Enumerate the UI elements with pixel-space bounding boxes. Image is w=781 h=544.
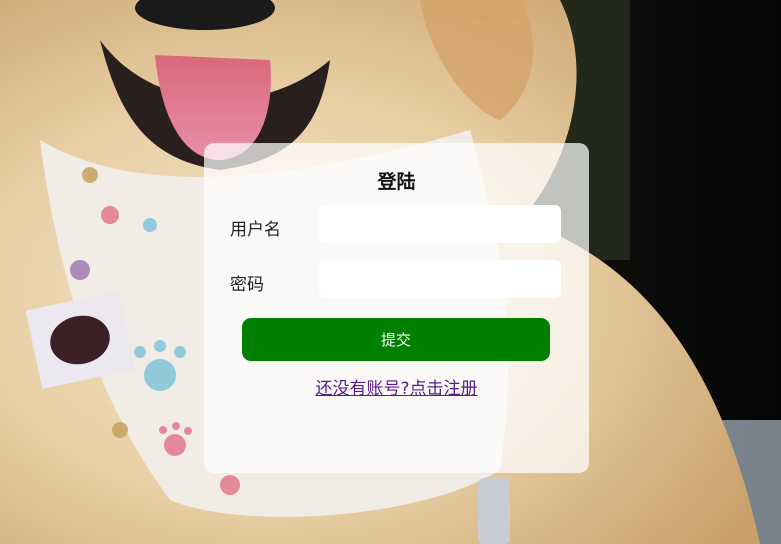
password-row: 密码 xyxy=(230,260,563,300)
submit-button[interactable]: 提交 xyxy=(242,318,550,361)
login-title: 登陆 xyxy=(377,171,416,193)
username-input[interactable] xyxy=(319,205,561,243)
username-row: 用户名 xyxy=(230,205,563,245)
login-page: 登陆 用户名 密码 提交 还没有账号?点击注册 xyxy=(0,0,781,544)
username-label: 用户名 xyxy=(230,220,281,240)
register-link[interactable]: 还没有账号?点击注册 xyxy=(315,379,477,399)
login-card: 登陆 用户名 密码 提交 还没有账号?点击注册 xyxy=(204,143,589,473)
password-label: 密码 xyxy=(230,275,264,295)
register-link-container: 还没有账号?点击注册 xyxy=(204,374,589,399)
password-input[interactable] xyxy=(319,260,561,298)
